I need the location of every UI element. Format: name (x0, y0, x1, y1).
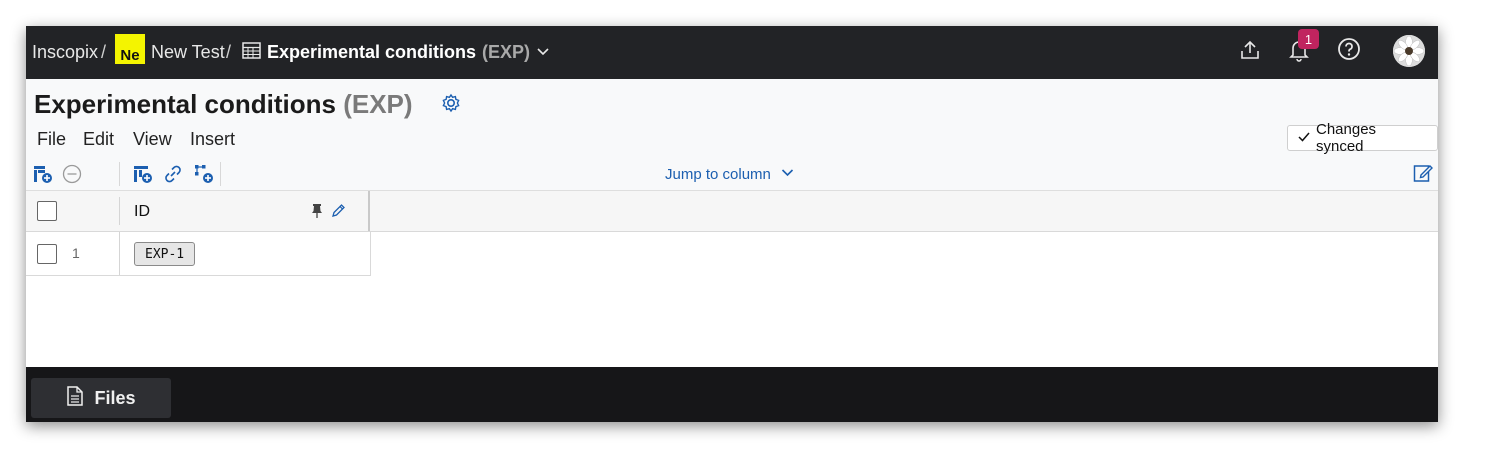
page-title: Experimental conditions (EXP) (34, 89, 413, 120)
sync-status-label: Changes synced (1316, 121, 1377, 155)
files-button-label: Files (94, 387, 136, 408)
edit-table-icon[interactable] (1413, 163, 1433, 188)
menu-view[interactable]: View (133, 129, 172, 150)
pin-icon[interactable] (310, 203, 324, 224)
breadcrumb-project-label[interactable]: New Test (151, 42, 225, 63)
breadcrumb-table[interactable]: Experimental conditions (EXP) (242, 26, 550, 79)
changes-synced-status[interactable]: Changes synced (1287, 121, 1438, 155)
checkmark-icon (1298, 130, 1310, 147)
add-column-icon[interactable] (133, 164, 153, 189)
chevron-down-icon[interactable] (536, 42, 550, 63)
record-id-label: EXP-1 (145, 246, 185, 262)
jump-to-column-label: Jump to column (665, 166, 771, 183)
share-upload-icon[interactable] (1239, 39, 1261, 61)
edit-column-pencil-icon[interactable] (331, 203, 346, 223)
menu-file[interactable]: File (37, 129, 66, 150)
title-area: Experimental conditions (EXP) File Edit … (26, 79, 1438, 159)
bottom-bar: Files (26, 367, 1438, 422)
page-title-abbr: (EXP) (343, 89, 413, 119)
top-bar: Inscopix / Ne New Test / Experimental co… (26, 26, 1438, 79)
column-divider (119, 232, 120, 275)
breadcrumb-table-abbr: (EXP) (482, 42, 531, 62)
row-number: 1 (72, 245, 80, 261)
breadcrumb-sep: / (226, 42, 232, 62)
link-icon[interactable] (163, 164, 183, 189)
chevron-down-icon (781, 166, 794, 183)
breadcrumb-separator: / (101, 26, 106, 79)
jump-to-column-dropdown[interactable]: Jump to column (665, 166, 794, 183)
page-title-text: Experimental conditions (34, 89, 336, 119)
breadcrumb-sep: / (101, 42, 107, 62)
row-select-checkbox[interactable] (37, 244, 57, 264)
grid-header: ID (26, 191, 1438, 232)
user-avatar[interactable] (1393, 35, 1425, 67)
project-badge[interactable]: Ne (115, 34, 145, 64)
column-resize-handle[interactable] (368, 191, 370, 231)
notification-count-badge[interactable]: 1 (1298, 29, 1319, 49)
grid-toolbar: Jump to column (26, 158, 1438, 191)
toolbar-divider (220, 162, 221, 186)
select-all-checkbox[interactable] (37, 201, 57, 221)
settings-gear-icon[interactable] (440, 92, 462, 119)
toolbar-divider (119, 162, 120, 186)
add-linked-column-icon[interactable] (194, 164, 214, 189)
notification-count: 1 (1304, 31, 1313, 47)
remove-row-icon[interactable] (62, 164, 82, 189)
record-id-chip[interactable]: EXP-1 (134, 242, 196, 266)
breadcrumb-table-label[interactable]: Experimental conditions (267, 42, 476, 63)
add-row-icon[interactable] (33, 164, 53, 189)
menu-edit[interactable]: Edit (83, 129, 114, 150)
breadcrumb-separator: / (226, 26, 231, 79)
breadcrumb-org[interactable]: Inscopix (32, 26, 98, 79)
help-icon[interactable] (1337, 37, 1361, 61)
menu-insert[interactable]: Insert (190, 129, 235, 150)
document-icon (66, 385, 84, 411)
column-divider (119, 197, 120, 225)
column-header-id[interactable]: ID (134, 203, 150, 221)
table-icon (242, 41, 261, 65)
breadcrumb-project[interactable]: New Test (151, 26, 225, 79)
app-window: Inscopix / Ne New Test / Experimental co… (26, 26, 1438, 422)
project-badge-label: Ne (120, 47, 140, 64)
table-row[interactable]: 1 EXP-1 (26, 232, 371, 276)
files-button[interactable]: Files (31, 378, 171, 418)
breadcrumb-org-label[interactable]: Inscopix (32, 42, 98, 63)
